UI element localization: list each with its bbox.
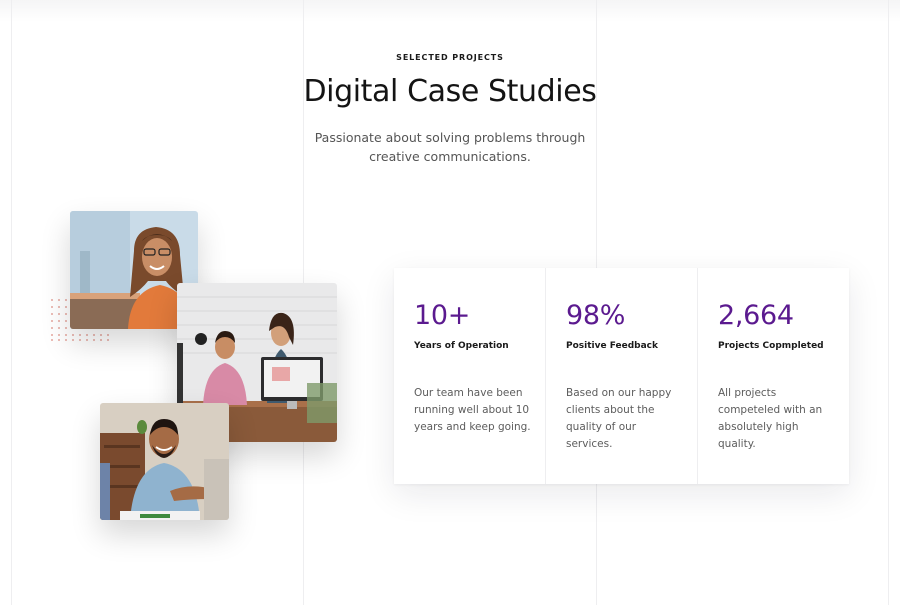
stat-description: All projects competeled with an absolute… bbox=[718, 387, 823, 450]
section-subtitle: Passionate about solving problems throug… bbox=[314, 130, 586, 164]
stat-value: 2,664 bbox=[718, 300, 794, 331]
stat-feedback: 98% Positive Feedback Based on our happy… bbox=[546, 268, 698, 484]
stat-description: Based on our happy clients about the qua… bbox=[566, 387, 672, 450]
stat-description: Our team have been running well about 10… bbox=[414, 387, 531, 433]
stat-label: Years of Operation bbox=[414, 341, 509, 351]
top-shadow bbox=[0, 0, 900, 22]
stat-label: Projects Copmpleted bbox=[718, 341, 824, 351]
section-eyebrow: SELECTED PROJECTS bbox=[396, 53, 504, 62]
stats-card: 10+ Years of Operation Our team have bee… bbox=[394, 268, 849, 484]
stat-years: 10+ Years of Operation Our team have bee… bbox=[394, 268, 546, 484]
stat-label: Positive Feedback bbox=[566, 341, 658, 351]
team-photo-handshake bbox=[100, 403, 229, 520]
stat-projects: 2,664 Projects Copmpleted All projects c… bbox=[698, 268, 849, 484]
section-title: Digital Case Studies bbox=[303, 74, 597, 109]
stat-value: 10+ bbox=[414, 300, 471, 331]
stat-value: 98% bbox=[566, 300, 626, 331]
